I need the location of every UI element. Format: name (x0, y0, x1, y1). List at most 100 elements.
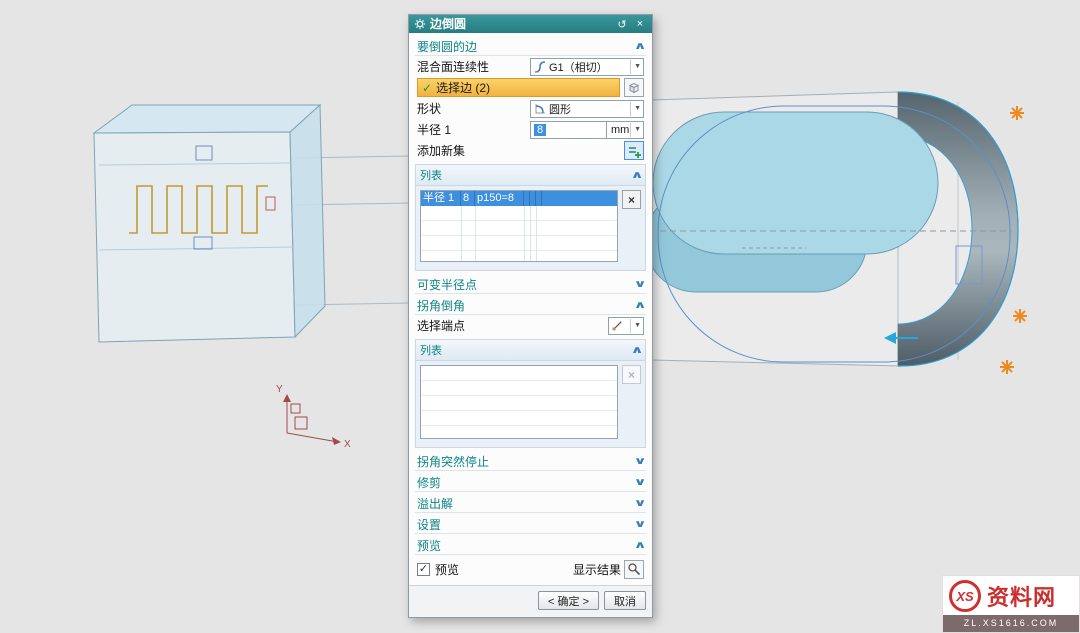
dialog-title: 边倒圆 (430, 15, 611, 33)
unit-value: mm (611, 124, 629, 136)
dropdown-arrow-icon: ▼ (630, 123, 641, 137)
row-name: 半径 1 (421, 191, 461, 206)
watermark: XS 资料网 ZL.XS1616.COM (942, 575, 1080, 633)
corner-list-table[interactable] (420, 365, 618, 439)
show-result-label: 显示结果 (573, 561, 621, 578)
edge-blend-dialog: 边倒圆 ↺ × 要倒圆的边 ∧ 混合面连续性 G1（相切） ▼ (408, 14, 653, 618)
radius-list-table[interactable]: 半径 1 8 p150=8 (420, 190, 618, 262)
section-header-settings[interactable]: 设置 ∨ (415, 515, 646, 534)
chevron-down-icon[interactable]: ∨ (633, 477, 646, 488)
section-title-settings: 设置 (417, 516, 441, 533)
shape-row: 形状 圆形 ▼ (415, 98, 646, 119)
remove-set-button[interactable]: × (622, 190, 641, 209)
select-endpoint-label: 选择端点 (417, 317, 465, 334)
chevron-up-icon[interactable]: ∧ (633, 540, 646, 551)
chevron-down-icon[interactable]: ∨ (633, 279, 646, 290)
show-result-button[interactable] (624, 560, 644, 579)
chevron-down-icon[interactable]: ∨ (633, 456, 646, 467)
radius-list-header[interactable]: 列表 ∧ (416, 165, 645, 186)
corner-list-header[interactable]: 列表 ∧ (416, 340, 645, 361)
select-endpoint-row: 选择端点 ▼ (415, 315, 646, 336)
device-left-case[interactable] (94, 105, 325, 342)
solid-body-filter-button[interactable] (624, 78, 644, 97)
section-header-preview[interactable]: 预览 ∧ (415, 536, 646, 555)
ok-button[interactable]: < 确定 > (538, 591, 599, 610)
preview-row: ✓ 预览 显示结果 (415, 557, 646, 581)
radius-row: 半径 1 8 mm ▼ (415, 119, 646, 140)
radius-list-row-selected[interactable]: 半径 1 8 p150=8 (421, 191, 617, 206)
circular-fillet-icon (534, 103, 546, 115)
watermark-logo-text: XS (956, 589, 973, 604)
check-icon: ✓ (422, 81, 432, 95)
section-title-trim: 修剪 (417, 474, 441, 491)
select-endpoint-button[interactable]: ▼ (608, 317, 644, 335)
gear-icon (414, 18, 426, 30)
add-new-set-label: 添加新集 (417, 142, 465, 159)
dropdown-arrow-icon: ▼ (630, 102, 641, 116)
chevron-down-icon[interactable]: ∨ (633, 498, 646, 509)
continuity-row: 混合面连续性 G1（相切） ▼ (415, 56, 646, 77)
watermark-url: ZL.XS1616.COM (943, 615, 1079, 632)
chevron-up-icon[interactable]: ∧ (630, 345, 643, 356)
section-header-trim[interactable]: 修剪 ∨ (415, 473, 646, 492)
section-title-edges: 要倒圆的边 (417, 38, 477, 55)
select-edge-row[interactable]: ✓ 选择边 (2) (417, 78, 620, 97)
section-title-preview: 预览 (417, 537, 441, 554)
cancel-button[interactable]: 取消 (604, 591, 646, 610)
section-header-variable-radius[interactable]: 可变半径点 ∨ (415, 275, 646, 294)
add-new-set-button[interactable] (624, 141, 644, 160)
shape-value: 圆形 (549, 101, 627, 117)
checkbox-checked-icon: ✓ (417, 563, 430, 576)
section-title-stop-short: 拐角突然停止 (417, 453, 489, 470)
wcs-axes[interactable] (283, 394, 341, 445)
g1-tangent-icon (534, 61, 546, 73)
chevron-up-icon[interactable]: ∧ (630, 170, 643, 181)
corner-list-group: 列表 ∧ × (415, 339, 646, 448)
section-header-overflow[interactable]: 溢出解 ∨ (415, 494, 646, 513)
continuity-value: G1（相切） (549, 59, 627, 75)
close-icon[interactable]: × (633, 18, 647, 30)
dialog-titlebar[interactable]: 边倒圆 ↺ × (409, 15, 652, 33)
section-title-corner: 拐角倒角 (417, 297, 465, 314)
remove-endpoint-button: × (622, 365, 641, 384)
radius-list-group: 列表 ∧ 半径 1 8 p150=8 (415, 164, 646, 271)
dropdown-arrow-icon: ▼ (630, 60, 641, 74)
cube-icon (627, 81, 641, 95)
reset-icon[interactable]: ↺ (615, 18, 629, 31)
radius-control: 8 mm ▼ (530, 121, 644, 139)
radius-label: 半径 1 (417, 121, 451, 138)
row-expression: p150=8 (475, 191, 524, 206)
section-header-stop-short[interactable]: 拐角突然停止 ∨ (415, 452, 646, 471)
y-axis-label: Y (276, 384, 283, 395)
section-header-edges[interactable]: 要倒圆的边 ∧ (415, 37, 646, 56)
add-new-set-row: 添加新集 (415, 140, 646, 161)
radius-input[interactable]: 8 (530, 121, 606, 139)
corner-list-label: 列表 (420, 342, 442, 358)
section-title-overflow: 溢出解 (417, 495, 453, 512)
shape-select[interactable]: 圆形 ▼ (530, 100, 644, 118)
dropdown-arrow-icon: ▼ (630, 319, 641, 333)
watermark-logo: XS (949, 580, 981, 612)
watermark-brand: 资料网 (987, 580, 1056, 612)
radius-value: 8 (534, 124, 546, 136)
chevron-down-icon[interactable]: ∨ (633, 519, 646, 530)
add-new-set-icon (627, 144, 641, 158)
row-radius: 8 (461, 191, 475, 206)
magnifier-icon (627, 562, 641, 576)
select-edge-row-wrap: ✓ 选择边 (2) (415, 77, 646, 98)
dialog-body: 要倒圆的边 ∧ 混合面连续性 G1（相切） ▼ ✓ 选择边 (2) (409, 33, 652, 585)
shape-label: 形状 (417, 100, 441, 117)
continuity-label: 混合面连续性 (417, 58, 489, 75)
section-title-variable-radius: 可变半径点 (417, 276, 477, 293)
chevron-up-icon[interactable]: ∧ (633, 300, 646, 311)
x-axis-label: X (344, 439, 351, 450)
section-header-corner[interactable]: 拐角倒角 ∧ (415, 296, 646, 315)
point-pick-icon (611, 320, 623, 332)
delete-icon: × (628, 368, 635, 382)
preview-checkbox[interactable]: ✓ 预览 (417, 561, 459, 578)
continuity-select[interactable]: G1（相切） ▼ (530, 58, 644, 76)
chevron-up-icon[interactable]: ∧ (633, 41, 646, 52)
select-edge-label: 选择边 (2) (436, 79, 490, 96)
preview-checkbox-label: 预览 (435, 561, 459, 578)
unit-select[interactable]: mm ▼ (606, 121, 644, 139)
